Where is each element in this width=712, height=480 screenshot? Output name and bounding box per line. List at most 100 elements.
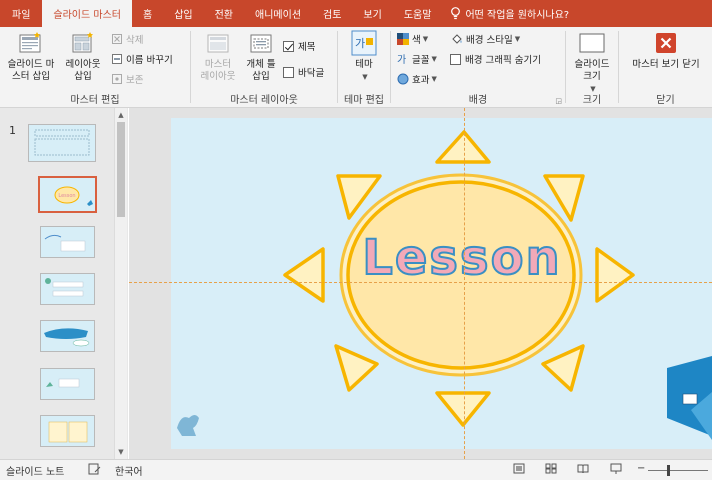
effects-button[interactable]: 효과 ▼ bbox=[396, 72, 437, 86]
proofing-icon[interactable] bbox=[88, 463, 101, 478]
bird-icon bbox=[177, 415, 199, 436]
slide-canvas[interactable]: Lesson bbox=[171, 118, 712, 449]
colors-button[interactable]: 색 ▼ bbox=[396, 32, 428, 46]
zoom-out-icon[interactable]: − bbox=[637, 463, 645, 474]
colors-label: 색 bbox=[412, 35, 421, 46]
fonts-label: 글꼴 bbox=[412, 55, 430, 66]
tab-slide-master[interactable]: 슬라이드 마스터 bbox=[42, 0, 132, 27]
sun-ray bbox=[435, 130, 491, 164]
scroll-down-icon[interactable]: ▼ bbox=[115, 446, 127, 458]
thumbnail-lesson[interactable]: Lesson bbox=[38, 176, 97, 213]
rename-button[interactable]: 이름 바꾸기 bbox=[110, 52, 173, 66]
chevron-down-icon: ▼ bbox=[362, 73, 368, 81]
paint-bucket-icon bbox=[450, 33, 463, 46]
ribbon: 슬라이드 마 스터 삽입 레이아웃 삽입 삭제 이름 바꾸기 보존 마스터 편집 bbox=[0, 27, 712, 108]
tab-insert[interactable]: 삽입 bbox=[163, 0, 203, 27]
thumbnail-layout[interactable] bbox=[40, 226, 95, 258]
group-close: 마스터 보기 닫기 닫기 bbox=[619, 27, 712, 108]
thumbnail-layout[interactable] bbox=[40, 415, 95, 447]
hide-background-graphics-label: 배경 그래픽 숨기기 bbox=[465, 55, 541, 66]
effects-label: 효과 bbox=[412, 75, 430, 86]
group-background: 색 ▼ 가 글꼴 ▼ 효과 ▼ 배경 스타일 ▼ 배경 그래픽 숨기기 배경 ◲ bbox=[391, 27, 565, 108]
thumbnail-preview bbox=[41, 274, 94, 304]
group-master-edit: 슬라이드 마 스터 삽입 레이아웃 삽입 삭제 이름 바꾸기 보존 마스터 편집 bbox=[0, 27, 190, 108]
hide-background-graphics-checkbox[interactable]: 배경 그래픽 숨기기 bbox=[450, 52, 541, 66]
tab-home[interactable]: 홈 bbox=[132, 0, 163, 27]
tab-review[interactable]: 검토 bbox=[312, 0, 352, 27]
zoom-slider-knob[interactable] bbox=[667, 465, 670, 476]
dialog-launcher-icon[interactable]: ◲ bbox=[555, 97, 562, 105]
chevron-down-icon: ▼ bbox=[431, 75, 437, 83]
placeholder-icon bbox=[247, 29, 275, 57]
master-layout-icon bbox=[204, 29, 232, 57]
footer-checkbox-label: 바닥글 bbox=[298, 68, 325, 79]
slide-size-label: 슬라이드 크기 bbox=[574, 59, 610, 82]
pin-icon bbox=[110, 73, 123, 86]
thumbnail-scrollbar[interactable]: ▲ ▼ bbox=[114, 108, 127, 459]
theme-icon: 가 bbox=[350, 29, 378, 57]
chevron-down-icon: ▼ bbox=[431, 55, 437, 63]
hide-bg-graphics-box[interactable] bbox=[450, 53, 461, 65]
tell-me-text: 어떤 작업을 원하시나요? bbox=[465, 10, 570, 21]
sun-ray bbox=[435, 391, 491, 427]
thumbnail-preview bbox=[41, 321, 94, 351]
title-checkbox-label: 제목 bbox=[298, 42, 316, 53]
slide-title[interactable]: Lesson bbox=[359, 229, 565, 287]
zoom-slider[interactable] bbox=[648, 470, 708, 471]
sailboat-decoration bbox=[667, 356, 712, 440]
tab-file[interactable]: 파일 bbox=[0, 0, 42, 27]
footer-checkbox[interactable]: 바닥글 bbox=[283, 65, 324, 79]
vertical-guide[interactable] bbox=[464, 108, 465, 459]
tab-transitions[interactable]: 전환 bbox=[204, 0, 244, 27]
svg-text:가: 가 bbox=[397, 54, 406, 65]
tell-me-box[interactable]: 어떤 작업을 원하시나요? bbox=[442, 0, 569, 27]
thumbnail-master[interactable] bbox=[28, 124, 96, 162]
slide-size-icon bbox=[578, 29, 606, 57]
normal-view-icon[interactable] bbox=[513, 463, 525, 477]
layout-icon bbox=[69, 29, 97, 57]
close-icon bbox=[652, 29, 680, 57]
close-master-view-button[interactable]: 마스터 보기 닫기 bbox=[623, 29, 709, 71]
delete-button[interactable]: 삭제 bbox=[110, 32, 143, 46]
language-indicator[interactable]: 한국어 bbox=[115, 463, 143, 478]
scrollbar-thumb[interactable] bbox=[117, 122, 125, 217]
fonts-button[interactable]: 가 글꼴 ▼ bbox=[396, 52, 437, 66]
thumbnail-preview: Lesson bbox=[40, 178, 95, 211]
insert-layout-button[interactable]: 레이아웃 삽입 bbox=[60, 29, 106, 83]
preserve-button[interactable]: 보존 bbox=[110, 72, 143, 86]
thumbnail-layout[interactable] bbox=[40, 320, 95, 352]
group-label-master-edit: 마스터 편집 bbox=[70, 95, 120, 106]
title-checkbox[interactable]: 제목 bbox=[283, 39, 315, 53]
themes-button[interactable]: 가 테마 ▼ bbox=[346, 29, 382, 83]
insert-slide-master-button[interactable]: 슬라이드 마 스터 삽입 bbox=[4, 29, 58, 83]
thumbnail-preview bbox=[29, 125, 95, 161]
font-icon: 가 bbox=[396, 53, 409, 66]
slide-title-text: Lesson bbox=[361, 229, 562, 287]
rename-label: 이름 바꾸기 bbox=[126, 55, 173, 66]
thumbnail-preview bbox=[41, 369, 94, 399]
slide-sorter-icon[interactable] bbox=[545, 463, 557, 477]
scroll-up-icon[interactable]: ▲ bbox=[115, 109, 127, 121]
thumbnail-preview bbox=[41, 416, 94, 446]
delete-icon bbox=[110, 33, 123, 46]
background-styles-button[interactable]: 배경 스타일 ▼ bbox=[450, 32, 520, 46]
svg-text:가: 가 bbox=[355, 37, 365, 50]
sun-ray bbox=[541, 344, 585, 392]
tab-view[interactable]: 보기 bbox=[352, 0, 392, 27]
title-checkbox-box[interactable] bbox=[283, 40, 294, 52]
thumbnail-layout[interactable] bbox=[40, 368, 95, 400]
insert-placeholder-button[interactable]: 개체 틀 삽입 bbox=[241, 29, 281, 83]
group-edit-theme: 가 테마 ▼ 테마 편집 bbox=[338, 27, 390, 108]
reading-view-icon[interactable] bbox=[577, 463, 589, 477]
slideshow-icon[interactable] bbox=[610, 463, 622, 477]
horizontal-guide[interactable] bbox=[129, 282, 712, 283]
group-label-close: 닫기 bbox=[656, 95, 675, 106]
group-label-edit-theme: 테마 편집 bbox=[344, 95, 384, 106]
thumbnail-layout[interactable] bbox=[40, 273, 95, 305]
master-layout-button[interactable]: 마스터 레이아웃 bbox=[197, 29, 239, 83]
slide-size-button[interactable]: 슬라이드 크기 ▼ bbox=[570, 29, 614, 95]
preserve-label: 보존 bbox=[126, 75, 144, 86]
tab-help[interactable]: 도움말 bbox=[393, 0, 443, 27]
tab-animations[interactable]: 애니메이션 bbox=[244, 0, 312, 27]
footer-checkbox-box[interactable] bbox=[283, 66, 294, 78]
